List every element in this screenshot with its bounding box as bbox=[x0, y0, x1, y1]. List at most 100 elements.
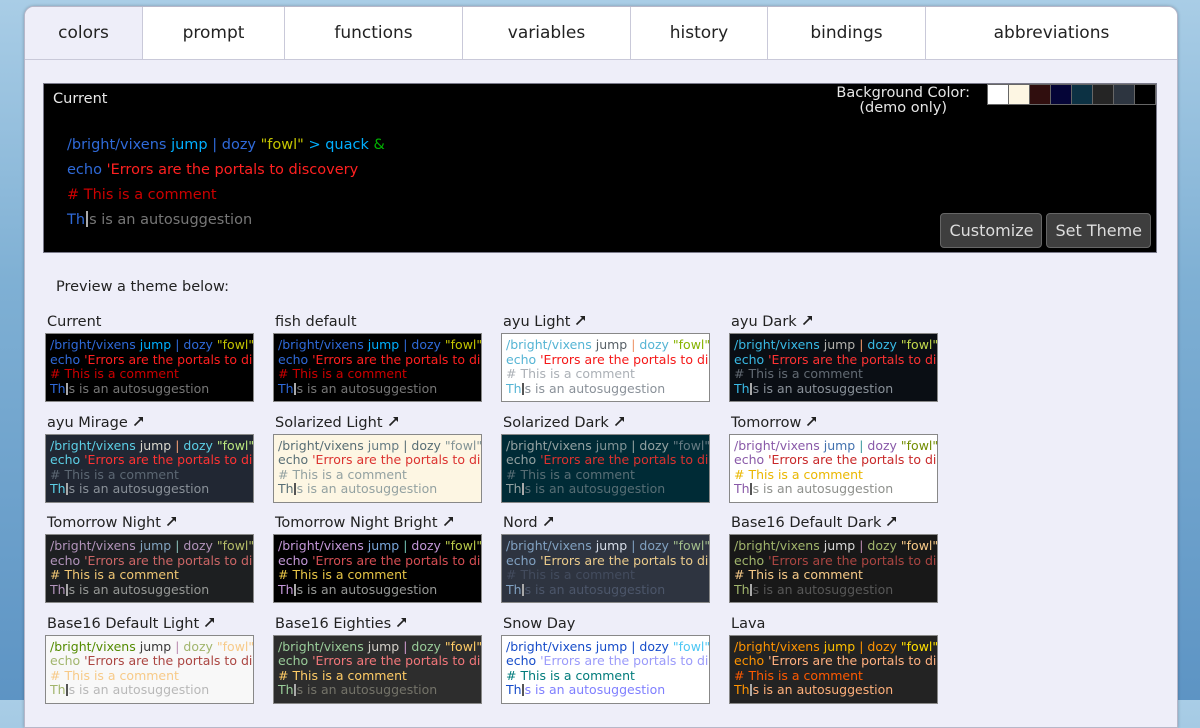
theme-card[interactable]: Tomorrow Night/bright/vixens jump | dozy… bbox=[45, 514, 254, 603]
sample-token-cmd: /bright/vixens bbox=[50, 437, 136, 453]
sample-token-quote: "fowl" bbox=[440, 638, 482, 654]
theme-card[interactable]: fish default/bright/vixens jump | dozy "… bbox=[273, 313, 482, 402]
sample-line: /bright/vixens jump | dozy "fowl" > quac… bbox=[50, 337, 253, 353]
theme-preview[interactable]: /bright/vixens jump | dozy "fowl" > quac… bbox=[273, 534, 482, 603]
theme-preview[interactable]: /bright/vixens jump | dozy "fowl" > quac… bbox=[501, 433, 710, 503]
theme-preview[interactable]: /bright/vixens jump | dozy "fowl" > quac… bbox=[729, 433, 938, 503]
theme-card[interactable]: ayu Dark/bright/vixens jump | dozy "fowl… bbox=[729, 313, 938, 402]
theme-preview[interactable]: /bright/vixens jump | dozy "fowl" > quac… bbox=[729, 634, 938, 704]
sample-token-param1: jump bbox=[591, 538, 628, 553]
external-link-icon[interactable] bbox=[396, 615, 407, 633]
theme-card[interactable]: Snow Day/bright/vixens jump | dozy "fowl… bbox=[501, 615, 710, 704]
theme-preview[interactable]: /bright/vixens jump | dozy "fowl" > quac… bbox=[45, 534, 254, 603]
external-link-icon[interactable] bbox=[543, 514, 554, 532]
external-link-icon[interactable] bbox=[388, 414, 399, 432]
tab-bar: colors prompt functions variables history bin… bbox=[25, 7, 1177, 60]
theme-preview[interactable]: /bright/vixens jump | dozy "fowl" > quac… bbox=[729, 333, 938, 402]
background-swatch[interactable] bbox=[987, 84, 1009, 105]
cursor bbox=[86, 211, 89, 227]
theme-card[interactable]: Lava/bright/vixens jump | dozy "fowl" > … bbox=[729, 615, 938, 704]
theme-card[interactable]: Tomorrow Night Bright/bright/vixens jump… bbox=[273, 514, 482, 603]
sample-token-quote: "fowl" bbox=[896, 337, 938, 352]
external-link-icon[interactable] bbox=[204, 615, 215, 633]
theme-card[interactable]: ayu Light/bright/vixens jump | dozy "fow… bbox=[501, 313, 710, 402]
sample-token-param1: jump bbox=[363, 638, 400, 654]
theme-preview[interactable]: /bright/vixens jump | dozy "fowl" > quac… bbox=[273, 634, 482, 704]
sample-line: /bright/vixens jump | dozy "fowl" > quac… bbox=[278, 438, 481, 454]
sample-token-echo: echo bbox=[67, 162, 102, 178]
sample-token-cmd2: dozy bbox=[863, 437, 897, 453]
sample-token-quote: "fowl" bbox=[440, 538, 482, 553]
theme-preview[interactable]: /bright/vixens jump | dozy "fowl" > quac… bbox=[45, 634, 254, 704]
background-swatches bbox=[987, 84, 1156, 105]
sample-line: Th s is an autosuggestion bbox=[506, 682, 709, 698]
theme-name-text: ayu Mirage bbox=[47, 414, 128, 431]
theme-preview[interactable]: /bright/vixens jump | dozy "fowl" > quac… bbox=[501, 333, 710, 402]
theme-card[interactable]: Current/bright/vixens jump | dozy "fowl"… bbox=[45, 313, 254, 402]
theme-preview[interactable]: /bright/vixens jump | dozy "fowl" > quac… bbox=[273, 333, 482, 402]
tab-variables[interactable]: variables bbox=[462, 7, 630, 59]
sample-token-auto_pre: Th bbox=[278, 380, 294, 396]
preview-heading: Preview a theme below: bbox=[56, 279, 229, 295]
sample-line: # This is a comment bbox=[50, 567, 253, 583]
sample-token-cmd: /bright/vixens bbox=[50, 638, 136, 654]
sample-token-auto_pre: Th bbox=[278, 481, 294, 496]
sample-token-echo: echo bbox=[50, 653, 81, 668]
theme-card[interactable]: Solarized Dark/bright/vixens jump | dozy… bbox=[501, 414, 710, 503]
external-link-icon[interactable] bbox=[614, 414, 625, 432]
sample-token-echo: echo bbox=[278, 552, 309, 568]
theme-card[interactable]: Base16 Default Light/bright/vixens jump … bbox=[45, 615, 254, 704]
external-link-icon[interactable] bbox=[166, 514, 177, 532]
external-link-icon[interactable] bbox=[802, 313, 813, 331]
theme-card[interactable]: Tomorrow/bright/vixens jump | dozy "fowl… bbox=[729, 414, 938, 503]
external-link-icon[interactable] bbox=[806, 414, 817, 432]
sample-token-err: 'Errors are the portals to discovery bbox=[540, 653, 709, 668]
theme-card[interactable]: Base16 Eighties/bright/vixens jump | doz… bbox=[273, 615, 482, 704]
theme-card[interactable]: ayu Mirage/bright/vixens jump | dozy "fo… bbox=[45, 414, 254, 503]
sample-line: Th s is an autosuggestion bbox=[278, 481, 481, 497]
background-swatch[interactable] bbox=[1071, 84, 1093, 105]
tab-history[interactable]: history bbox=[630, 7, 767, 59]
sample-line: echo 'Errors are the portals to discover… bbox=[278, 352, 481, 368]
theme-preview[interactable]: /bright/vixens jump | dozy "fowl" > quac… bbox=[501, 634, 710, 704]
theme-preview[interactable]: /bright/vixens jump | dozy "fowl" > quac… bbox=[273, 433, 482, 503]
set-theme-button[interactable]: Set Theme bbox=[1046, 213, 1151, 248]
sample-token-auto_post: s is an autosuggestion bbox=[89, 212, 253, 228]
background-swatch[interactable] bbox=[1134, 84, 1156, 105]
external-link-icon[interactable] bbox=[133, 414, 144, 432]
theme-preview[interactable]: /bright/vixens jump | dozy "fowl" > quac… bbox=[501, 534, 710, 603]
theme-name: fish default bbox=[273, 313, 482, 333]
sample-line: # This is a comment bbox=[278, 366, 481, 382]
theme-preview[interactable]: /bright/vixens jump | dozy "fowl" > quac… bbox=[729, 534, 938, 603]
background-swatch[interactable] bbox=[1029, 84, 1051, 105]
sample-line: # This is a comment bbox=[734, 467, 937, 483]
theme-card[interactable]: Solarized Light/bright/vixens jump | doz… bbox=[273, 414, 482, 503]
tab-functions[interactable]: functions bbox=[284, 7, 462, 59]
sample-token-err: 'Errors are the portals to discovery bbox=[84, 653, 253, 668]
theme-preview[interactable]: /bright/vixens jump | dozy "fowl" > quac… bbox=[45, 333, 254, 402]
background-swatch[interactable] bbox=[1092, 84, 1114, 105]
sample-token-pipe: | bbox=[207, 137, 218, 153]
sample-token-auto_pre: Th bbox=[50, 682, 66, 697]
sample-token-auto_post: s is an autosuggestion bbox=[752, 380, 894, 396]
theme-name: Solarized Dark bbox=[501, 414, 710, 434]
tab-abbreviations[interactable]: abbreviations bbox=[925, 7, 1177, 59]
sample-line: echo 'Errors are the portals to discover… bbox=[50, 653, 253, 669]
sample-line: echo 'Errors are the portals to discover… bbox=[50, 553, 253, 569]
tab-colors[interactable]: colors bbox=[25, 7, 142, 59]
tab-prompt[interactable]: prompt bbox=[142, 7, 284, 59]
theme-card[interactable]: Base16 Default Dark/bright/vixens jump |… bbox=[729, 514, 938, 603]
sample-token-err: 'Errors are the portals to discovery bbox=[540, 552, 709, 568]
theme-card[interactable]: Nord/bright/vixens jump | dozy "fowl" > … bbox=[501, 514, 710, 603]
customize-button[interactable]: Customize bbox=[940, 213, 1043, 248]
fish-config-window: colors prompt functions variables history bin… bbox=[24, 6, 1178, 728]
external-link-icon[interactable] bbox=[575, 313, 586, 331]
tab-bindings[interactable]: bindings bbox=[767, 7, 925, 59]
background-swatch[interactable] bbox=[1113, 84, 1135, 105]
external-link-icon[interactable] bbox=[886, 514, 897, 532]
theme-preview[interactable]: /bright/vixens jump | dozy "fowl" > quac… bbox=[45, 433, 254, 503]
background-swatch[interactable] bbox=[1050, 84, 1072, 105]
external-link-icon[interactable] bbox=[443, 514, 454, 532]
sample-token-echo: echo bbox=[50, 351, 81, 367]
background-swatch[interactable] bbox=[1008, 84, 1030, 105]
